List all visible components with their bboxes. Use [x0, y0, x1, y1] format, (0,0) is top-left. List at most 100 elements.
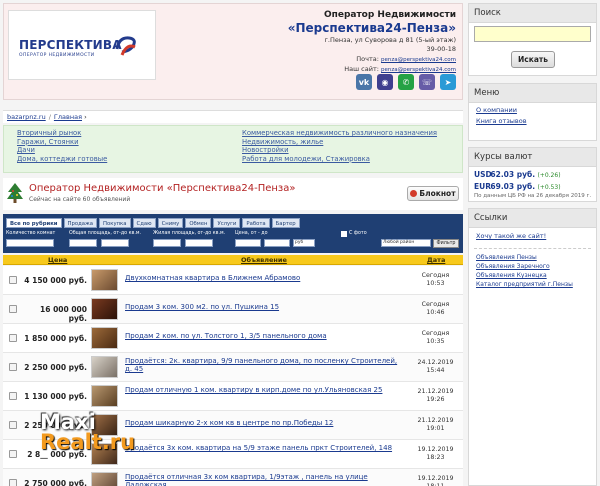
add-to-notebook-icon[interactable] [9, 305, 17, 313]
rubric-tab[interactable]: Покупка [99, 218, 131, 228]
listing-photo[interactable] [91, 327, 118, 349]
listing-title-link[interactable]: Продаётся: 2к. квартира, 9/9 панельного … [125, 357, 405, 373]
whatsapp-icon[interactable]: ✆ [398, 74, 414, 90]
rubric-tab[interactable]: Сниму [157, 218, 184, 228]
header-contacts: Оператор Недвижимости «Перспектива24-Пен… [206, 10, 456, 73]
add-to-notebook-icon[interactable] [9, 392, 17, 400]
category-dachas[interactable]: Дачи [17, 146, 107, 155]
rubric-tab[interactable]: Услуги [213, 218, 241, 228]
filter-label-total-area: Общая площадь, от-до кв.м. [69, 231, 142, 236]
filter-label-price: Цена, от - до [235, 231, 268, 236]
rooms-select[interactable] [6, 239, 54, 247]
rubric-tab[interactable]: Все по рубрики [6, 218, 62, 228]
listing-photo[interactable] [91, 269, 118, 291]
listing-title-link[interactable]: Продаётся 3х ком. квартира на 5/9 этаже … [125, 444, 405, 452]
link-zarechny-ads[interactable]: Объявления Заречного [469, 261, 596, 270]
category-new-buildings[interactable]: Новостройки [242, 146, 437, 155]
listing-date: 21.12.2019 19:01 [413, 417, 458, 432]
listing-photo[interactable] [91, 385, 118, 407]
search-input[interactable] [474, 26, 591, 42]
rate-currency: USD [474, 170, 492, 179]
listing-photo[interactable] [91, 356, 118, 378]
rubric-tab[interactable]: Сдаю [132, 218, 156, 228]
add-to-notebook-icon[interactable] [9, 334, 17, 342]
want-site-link[interactable]: Хочу такой же сайт! [469, 228, 596, 245]
category-commercial[interactable]: Коммерческая недвижимость различного наз… [242, 129, 437, 138]
total-area-from[interactable] [69, 239, 97, 247]
link-penza-ads[interactable]: Объявления Пензы [469, 252, 596, 261]
listing-price: 2 750 000 руб. [24, 479, 87, 486]
add-to-notebook-icon[interactable] [9, 363, 17, 371]
listing-photo[interactable] [91, 472, 118, 486]
telegram-icon[interactable]: ➤ [440, 74, 456, 90]
filter-label-photo: С фото [349, 231, 367, 236]
logo[interactable]: ПЕРСПЕКТИВА ОПЕРАТОР НЕДВИЖИМОСТИ [8, 10, 156, 80]
add-to-notebook-icon[interactable] [9, 421, 17, 429]
christmas-tree-icon [7, 183, 23, 203]
living-area-from[interactable] [153, 239, 181, 247]
site-link[interactable]: penza@perspektiva24.com [381, 67, 456, 73]
link-kuznetsk-ads[interactable]: Объявления Кузнецка [469, 270, 596, 279]
category-houses[interactable]: Дома, коттеджи готовые [17, 155, 107, 164]
links-panel: Ссылки Хочу такой же сайт! Объявления Пе… [468, 208, 597, 486]
column-date[interactable]: Дата [427, 256, 445, 264]
photo-checkbox[interactable] [341, 231, 347, 237]
viber-icon[interactable]: ☏ [419, 74, 435, 90]
total-area-to[interactable] [101, 239, 129, 247]
column-price[interactable]: Цена [48, 256, 67, 264]
rubric-tab[interactable]: Работа [242, 218, 270, 228]
rates-title: Курсы валют [469, 148, 596, 167]
listing-title-link[interactable]: Продам 3 ком. 300 м2. по ул. Пушкина 15 [125, 303, 405, 311]
category-youth-jobs[interactable]: Работа для молодежи, Стажировка [242, 155, 437, 164]
living-area-to[interactable] [185, 239, 213, 247]
listing-title-link[interactable]: Продаётся отличная 3х ком квартира, 1/9э… [125, 473, 405, 486]
listing-title-link[interactable]: Двухкомнатная квартира в Ближнем Абрамов… [125, 274, 405, 282]
link-catalog[interactable]: Каталог предприятий г.Пензы [469, 279, 596, 288]
notebook-button[interactable]: Блокнот [407, 186, 459, 201]
menu-panel: Меню О компании Книга отзывов [468, 83, 597, 141]
listing-date: Сегодня 10:35 [413, 330, 458, 345]
region-select[interactable]: Любой район [381, 239, 431, 247]
listing-date: 19.12.2019 18:23 [413, 446, 458, 461]
rate-currency: EUR [474, 182, 491, 191]
listing-date-time: 10:46 [426, 308, 445, 316]
company-address: г.Пенза, ул Суворова д 81 (5-ый этаж) [324, 36, 457, 44]
watermark-line-2: Realt.ru [40, 430, 136, 454]
add-to-notebook-icon[interactable] [9, 276, 17, 284]
listing-photo[interactable] [91, 298, 118, 320]
listing-title-link[interactable]: Продам отличную 1 ком. квартиру в кирп.д… [125, 386, 405, 394]
menu-title: Меню [469, 84, 596, 103]
search-button[interactable]: Искать [511, 51, 555, 68]
page-title-block: Оператор Недвижимости «Перспектива24-Пен… [3, 178, 463, 210]
table-row: 1 130 000 руб. Продам отличную 1 ком. ква… [3, 382, 463, 411]
category-housing[interactable]: Недвижимость, жилье [242, 138, 437, 147]
listing-title-link[interactable]: Продам 2 ком. по ул. Толстого 1, 3/5 пан… [125, 332, 405, 340]
rate-change: (+0.26) [537, 172, 561, 179]
category-column-right: Коммерческая недвижимость различного наз… [242, 129, 437, 163]
add-to-notebook-icon[interactable] [9, 479, 17, 486]
instagram-icon[interactable]: ◉ [377, 74, 393, 90]
breadcrumb-site[interactable]: bazarpnz.ru [7, 113, 46, 121]
menu-item-reviews[interactable]: Книга отзывов [469, 114, 596, 125]
currency-select[interactable]: руб [293, 239, 315, 247]
rate-value: 69.03 руб. [490, 182, 536, 191]
filter-button[interactable]: Фильтр [433, 239, 459, 248]
listing-date: Сегодня 10:53 [413, 272, 458, 287]
vk-icon[interactable]: vk [356, 74, 372, 90]
category-garages[interactable]: Гаражи, Стоянки [17, 138, 107, 147]
breadcrumb-home[interactable]: Главная [54, 113, 82, 121]
rubric-tab[interactable]: Обмен [185, 218, 212, 228]
price-to[interactable] [264, 239, 290, 247]
email-link[interactable]: penza@perspektiva24.com [381, 57, 456, 63]
logo-subtitle: ОПЕРАТОР НЕДВИЖИМОСТИ [19, 53, 95, 58]
category-secondary-market[interactable]: Вторичный рынок [17, 129, 107, 138]
price-from[interactable] [235, 239, 261, 247]
add-to-notebook-icon[interactable] [9, 450, 17, 458]
rubric-tab[interactable]: Продажа [63, 218, 98, 228]
column-listing[interactable]: Объявление [241, 256, 287, 264]
listing-date-time: 18:11 [426, 482, 445, 486]
menu-item-about[interactable]: О компании [469, 103, 596, 114]
listing-title-link[interactable]: Продам шикарную 2-х ком кв в центре по п… [125, 419, 405, 427]
rubric-tab[interactable]: Бартер [271, 218, 300, 228]
company-name: «Перспектива24-Пенза» [287, 21, 456, 35]
